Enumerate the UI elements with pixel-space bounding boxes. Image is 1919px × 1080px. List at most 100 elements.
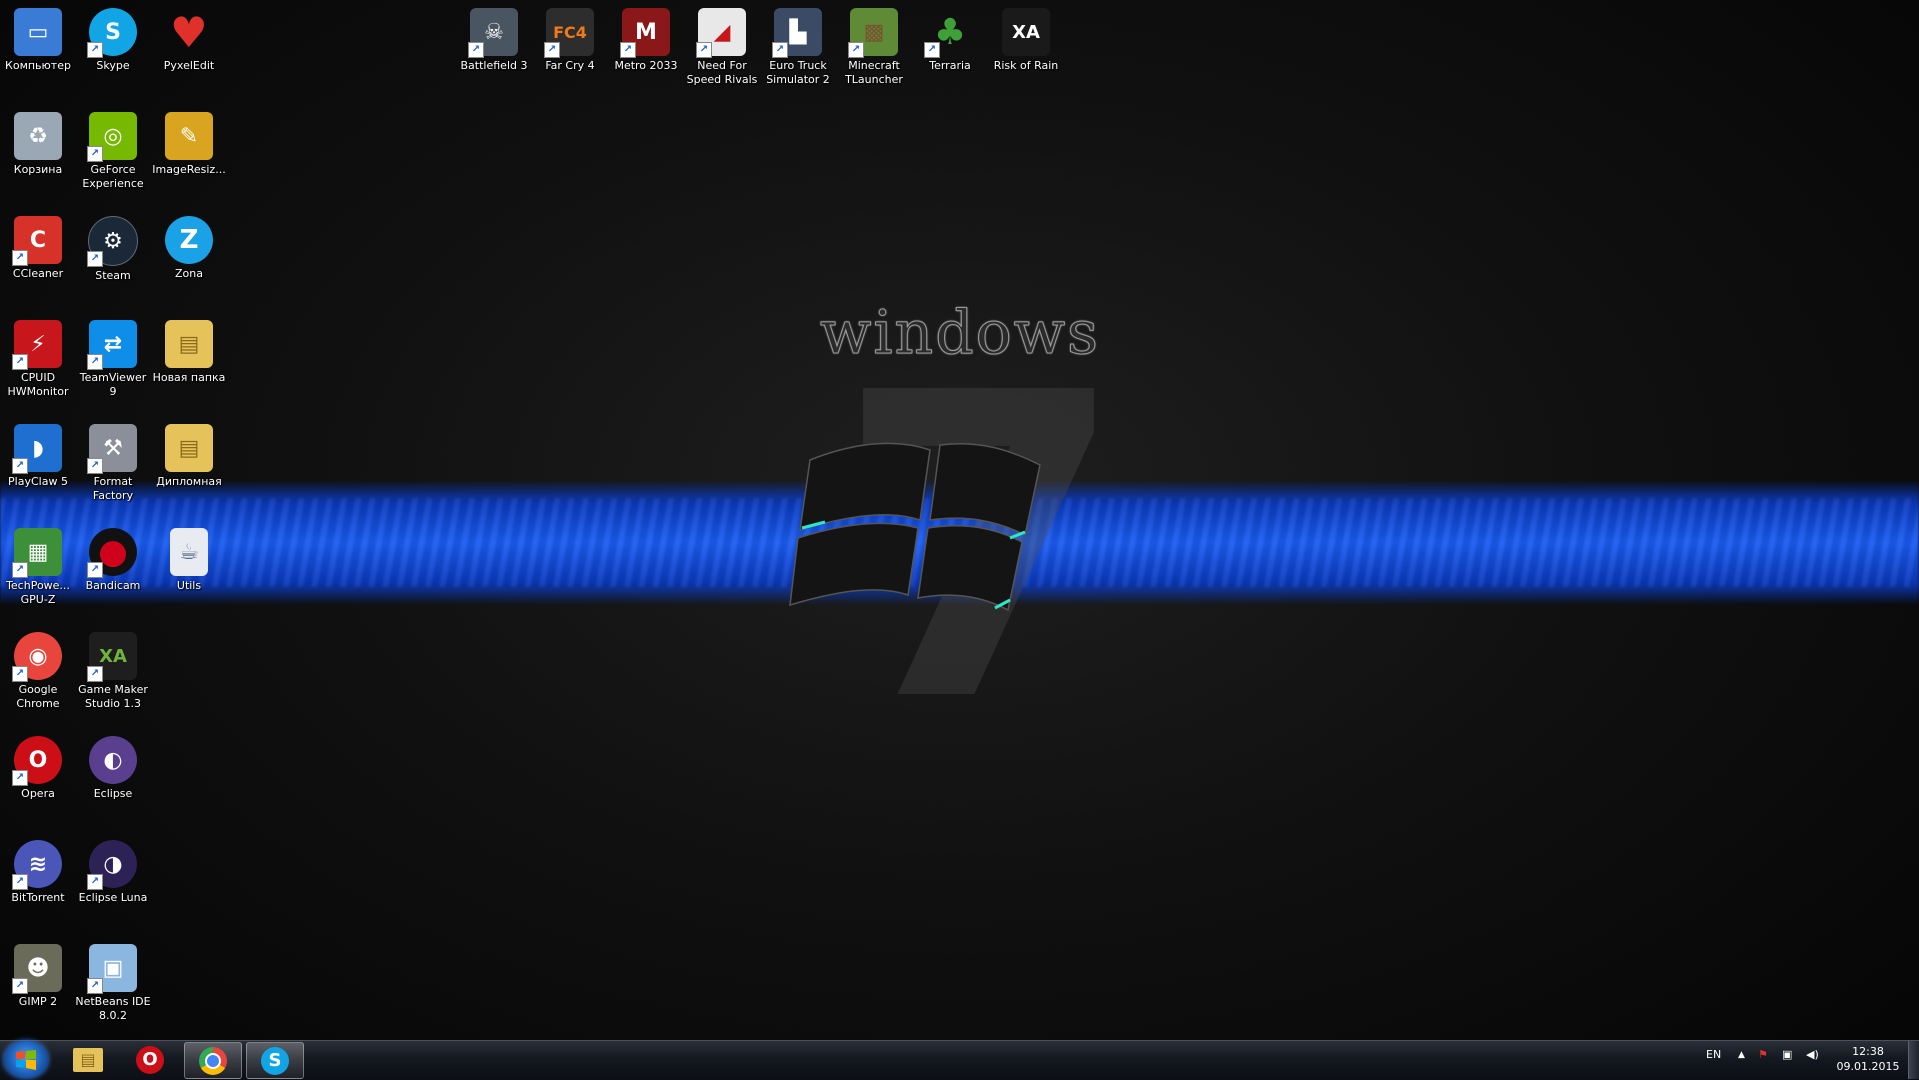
shortcut-arrow-icon: ↗ bbox=[87, 354, 103, 370]
playclaw-glyph: ◗ bbox=[32, 435, 44, 461]
shortcut-arrow-icon: ↗ bbox=[696, 42, 712, 58]
desktop-icon-label: Format Factory bbox=[92, 475, 134, 502]
bittorrent-glyph: ≋ bbox=[28, 851, 48, 877]
action-center-flag-icon[interactable]: ⚑ bbox=[1758, 1048, 1768, 1061]
desktop-icon-utils[interactable]: ☕ Utils bbox=[151, 528, 227, 593]
farcry4-glyph: FC4 bbox=[553, 22, 587, 42]
taskbar-chrome-button[interactable] bbox=[184, 1042, 242, 1079]
desktop-icon-zona[interactable]: Z Zona bbox=[151, 216, 227, 281]
desktop-icon-risk-of-rain[interactable]: XA Risk of Rain bbox=[988, 8, 1064, 73]
format-factory-glyph: ⚒ bbox=[103, 435, 123, 461]
language-indicator[interactable]: EN bbox=[1706, 1048, 1721, 1061]
desktop-icon-gimp[interactable]: ☻ ↗ GIMP 2 bbox=[0, 944, 76, 1009]
desktop-icon-ets2[interactable]: ▙ ↗ Euro Truck Simulator 2 bbox=[760, 8, 836, 87]
desktop-icon-label: Новая папка bbox=[152, 371, 226, 384]
opera-icon: O ↗ bbox=[12, 736, 62, 786]
desktop-icon-farcry4[interactable]: FC4 ↗ Far Cry 4 bbox=[532, 8, 608, 73]
shortcut-arrow-icon: ↗ bbox=[12, 562, 28, 578]
desktop-icon-chrome[interactable]: ◉ ↗ Google Chrome bbox=[0, 632, 76, 711]
desktop-icon-skype[interactable]: S ↗ Skype bbox=[75, 8, 151, 73]
folder-glyph: ▤ bbox=[80, 1050, 96, 1069]
shortcut-arrow-icon: ↗ bbox=[87, 146, 103, 162]
shortcut-arrow-icon: ↗ bbox=[848, 42, 864, 58]
volume-icon[interactable]: ◀) bbox=[1806, 1048, 1819, 1061]
desktop-icon-gamemaker[interactable]: XA ↗ Game Maker Studio 1.3 bbox=[75, 632, 151, 711]
desktop-icon-label: PlayClaw 5 bbox=[8, 475, 68, 488]
folder-icon: ▤ bbox=[165, 424, 213, 472]
skype-glyph: S bbox=[105, 19, 121, 45]
taskbar-clock[interactable]: 12:38 09.01.2015 bbox=[1822, 1044, 1914, 1074]
desktop-icon-terraria[interactable]: ♣ ↗ Terraria bbox=[912, 8, 988, 73]
desktop-icon-new-folder[interactable]: ▤ Новая папка bbox=[151, 320, 227, 385]
desktop: 7 windows bbox=[0, 0, 1919, 1040]
show-desktop-button[interactable] bbox=[1908, 1041, 1919, 1079]
eclipse-luna-icon: ◑ ↗ bbox=[87, 840, 137, 890]
steam-icon: ⚙ ↗ bbox=[87, 216, 138, 267]
shortcut-arrow-icon: ↗ bbox=[12, 874, 28, 890]
show-hidden-icons-chevron-icon[interactable]: ▲ bbox=[1738, 1050, 1745, 1060]
shortcut-arrow-icon: ↗ bbox=[87, 978, 103, 994]
desktop-icon-netbeans[interactable]: ▣ ↗ NetBeans IDE 8.0.2 bbox=[75, 944, 151, 1023]
desktop-icon-battlefield3[interactable]: ☠ ↗ Battlefield 3 bbox=[456, 8, 532, 73]
desktop-icon-eclipse-luna[interactable]: ◑ ↗ Eclipse Luna bbox=[75, 840, 151, 905]
imageresizer-glyph: ✎ bbox=[179, 123, 199, 149]
desktop-icon-steam[interactable]: ⚙ ↗ Steam bbox=[75, 216, 151, 283]
desktop-icon-bittorrent[interactable]: ≋ ↗ BitTorrent bbox=[0, 840, 76, 905]
network-icon[interactable]: ▣ bbox=[1782, 1048, 1792, 1061]
desktop-icon-playclaw[interactable]: ◗ ↗ PlayClaw 5 bbox=[0, 424, 76, 489]
desktop-icon-nfs-rivals[interactable]: ◢ ↗ Need For Speed Rivals bbox=[684, 8, 760, 87]
desktop-icon-minecraft[interactable]: ▩ ↗ Minecraft TLauncher bbox=[836, 8, 912, 87]
gamemaker-icon: XA ↗ bbox=[87, 632, 137, 682]
ets2-icon: ▙ ↗ bbox=[772, 8, 822, 58]
desktop-icon-recycle-bin[interactable]: ♻ Корзина bbox=[0, 112, 76, 177]
zona-glyph: Z bbox=[179, 225, 199, 255]
folder-icon: ▤ bbox=[73, 1047, 103, 1072]
clock-date: 09.01.2015 bbox=[1836, 1060, 1900, 1073]
desktop-icon-opera[interactable]: O ↗ Opera bbox=[0, 736, 76, 801]
desktop-icon-label: GIMP 2 bbox=[18, 995, 58, 1008]
format-factory-icon: ⚒ ↗ bbox=[87, 424, 137, 474]
taskbar-explorer-button[interactable]: ▤ bbox=[60, 1042, 116, 1077]
hwmonitor-icon: ⚡ ↗ bbox=[12, 320, 62, 370]
desktop-icon-label: Battlefield 3 bbox=[460, 59, 528, 72]
desktop-icon-label: Steam bbox=[95, 269, 131, 282]
desktop-icon-label: Компьютер bbox=[5, 59, 71, 72]
desktop-icon-metro2033[interactable]: M ↗ Metro 2033 bbox=[608, 8, 684, 73]
desktop-icon-format-factory[interactable]: ⚒ ↗ Format Factory bbox=[75, 424, 151, 503]
desktop-icon-label: Eclipse bbox=[93, 787, 133, 800]
pyxeledit-glyph: ♥ bbox=[170, 7, 208, 57]
desktop-icon-teamviewer[interactable]: ⇄ ↗ TeamViewer 9 bbox=[75, 320, 151, 399]
ccleaner-icon: C ↗ bbox=[12, 216, 62, 266]
computer-glyph: ▭ bbox=[27, 19, 49, 45]
desktop-icon-diploma-folder[interactable]: ▤ Дипломная bbox=[151, 424, 227, 489]
desktop-icon-label: Дипломная bbox=[156, 475, 222, 488]
desktop-icon-eclipse[interactable]: ◐ Eclipse bbox=[75, 736, 151, 801]
steam-glyph: ⚙ bbox=[103, 228, 123, 254]
gpuz-glyph: ▦ bbox=[27, 539, 49, 565]
desktop-icon-gpuz[interactable]: ▦ ↗ TechPowe... GPU-Z bbox=[0, 528, 76, 607]
start-button[interactable] bbox=[4, 1041, 48, 1078]
desktop-icon-label: Terraria bbox=[929, 59, 971, 72]
shortcut-arrow-icon: ↗ bbox=[87, 666, 103, 682]
chrome-icon: ◉ ↗ bbox=[12, 632, 62, 682]
chrome-icon bbox=[199, 1046, 227, 1075]
desktop-icon-hwmonitor[interactable]: ⚡ ↗ CPUID HWMonitor bbox=[0, 320, 76, 399]
desktop-icon-label: Skype bbox=[96, 59, 130, 72]
shortcut-arrow-icon: ↗ bbox=[87, 874, 103, 890]
desktop-icon-bandicam[interactable]: ● ↗ Bandicam bbox=[75, 528, 151, 593]
taskbar-skype-button[interactable]: S bbox=[246, 1042, 304, 1079]
desktop-icon-computer[interactable]: ▭ Компьютер bbox=[0, 8, 76, 73]
windows-logo-icon bbox=[16, 1049, 36, 1070]
zona-icon: Z bbox=[165, 216, 213, 264]
desktop-icon-ccleaner[interactable]: C ↗ CCleaner bbox=[0, 216, 76, 281]
bittorrent-icon: ≋ ↗ bbox=[12, 840, 62, 890]
battlefield-icon: ☠ ↗ bbox=[468, 8, 518, 58]
desktop-icon-label: Need For Speed Rivals bbox=[686, 59, 758, 86]
desktop-icon-imageresizer[interactable]: ✎ ImageResiz... bbox=[151, 112, 227, 177]
desktop-icon-geforce[interactable]: ◎ ↗ GeForce Experience bbox=[75, 112, 151, 191]
gimp-icon: ☻ ↗ bbox=[12, 944, 62, 994]
teamviewer-icon: ⇄ ↗ bbox=[87, 320, 137, 370]
taskbar-opera-button[interactable]: O bbox=[122, 1042, 178, 1077]
desktop-icon-pyxeledit[interactable]: ♥ PyxelEdit bbox=[151, 8, 227, 73]
gimp-glyph: ☻ bbox=[26, 955, 50, 981]
